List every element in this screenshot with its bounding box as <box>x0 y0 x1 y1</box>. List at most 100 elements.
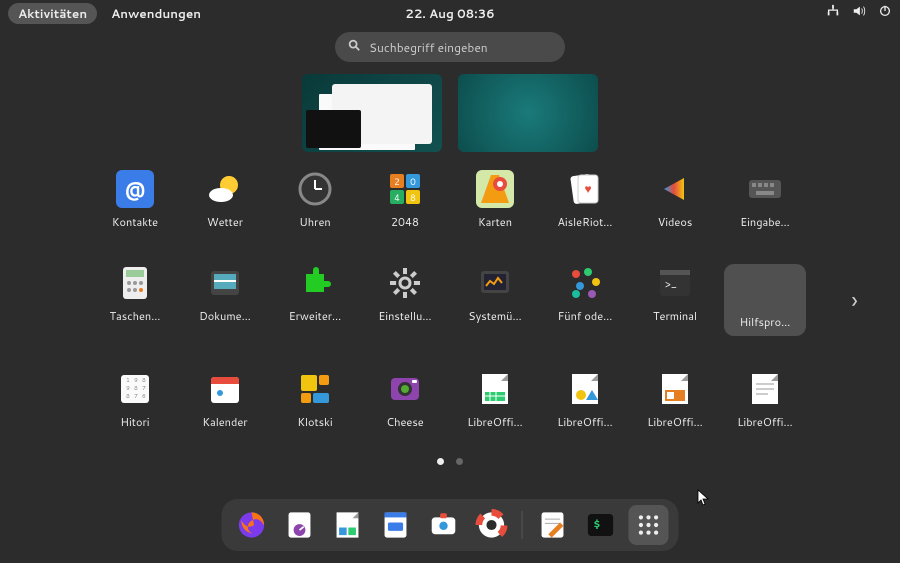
cards-icon: ♥ <box>566 170 604 208</box>
app-label: Wetter <box>207 214 243 230</box>
2048-icon: 2048 <box>386 170 424 208</box>
dock-help[interactable] <box>472 505 512 545</box>
dock: $ <box>222 499 679 551</box>
next-page-button[interactable]: › <box>851 283 858 317</box>
hitori-icon: 198987876 <box>116 370 154 408</box>
app-monitor[interactable]: Systemü… <box>454 264 536 336</box>
app-extensions[interactable]: Erweiter… <box>274 264 356 336</box>
search-input[interactable]: Suchbegriff eingeben <box>335 32 565 62</box>
maps-icon <box>476 170 514 208</box>
weather-icon <box>206 170 244 208</box>
clocks-icon <box>296 170 334 208</box>
app-label: LibreOffi… <box>467 414 522 430</box>
app-label: Systemü… <box>468 308 521 324</box>
app-keyboard[interactable]: Eingabe… <box>724 170 806 230</box>
app-weather[interactable]: Wetter <box>184 170 266 230</box>
page-dot-1[interactable] <box>437 458 444 465</box>
svg-text:@: @ <box>125 175 146 203</box>
app-folder[interactable]: Hilfspro… <box>724 264 806 336</box>
workspace-switcher <box>0 74 900 152</box>
app-label: Cheese <box>386 414 423 430</box>
dots-icon <box>566 264 604 302</box>
folder-icon <box>746 270 784 308</box>
dock-software[interactable] <box>424 505 464 545</box>
app-label: LibreOffi… <box>647 414 702 430</box>
svg-text:8: 8 <box>126 391 130 400</box>
app-label: Taschen… <box>110 308 161 324</box>
volume-icon[interactable] <box>852 4 866 22</box>
app-klotski[interactable]: Klotski <box>274 370 356 430</box>
lo-calc-icon <box>476 370 514 408</box>
app-scanner[interactable]: Dokume… <box>184 264 266 336</box>
dock-show-apps[interactable] <box>629 505 669 545</box>
dock-files[interactable] <box>376 505 416 545</box>
cheese-icon <box>386 370 424 408</box>
page-indicator <box>0 458 900 465</box>
app-videos[interactable]: Videos <box>634 170 716 230</box>
contacts-icon: @ <box>116 170 154 208</box>
calculator-icon <box>116 264 154 302</box>
mouse-cursor <box>697 489 711 507</box>
app-label: Hilfspro… <box>740 314 791 330</box>
app-lo-calc[interactable]: LibreOffi… <box>454 370 536 430</box>
app-terminal[interactable]: >_ Terminal <box>634 264 716 336</box>
app-lo-impress[interactable]: LibreOffi… <box>634 370 716 430</box>
lo-draw-icon <box>566 370 604 408</box>
dock-firefox[interactable] <box>232 505 272 545</box>
dock-text-editor[interactable] <box>533 505 573 545</box>
videos-icon <box>656 170 694 208</box>
app-label: Fünf ode… <box>558 308 613 324</box>
app-cheese[interactable]: Cheese <box>364 370 446 430</box>
activities-button[interactable]: Aktivitäten <box>8 3 97 24</box>
monitor-icon <box>476 264 514 302</box>
app-label: LibreOffi… <box>557 414 612 430</box>
app-maps[interactable]: Karten <box>454 170 536 230</box>
search-placeholder: Suchbegriff eingeben <box>369 39 488 56</box>
svg-text:♥: ♥ <box>584 180 591 197</box>
klotski-icon <box>296 370 334 408</box>
app-2048[interactable]: 2048 2048 <box>364 170 446 230</box>
lo-writer-icon <box>746 370 784 408</box>
svg-text:2: 2 <box>394 175 400 188</box>
applications-button[interactable]: Anwendungen <box>111 5 201 22</box>
app-clocks[interactable]: Uhren <box>274 170 356 230</box>
dock-system-monitor[interactable] <box>280 505 320 545</box>
app-lo-writer[interactable]: LibreOffi… <box>724 370 806 430</box>
app-calendar[interactable]: Kalender <box>184 370 266 430</box>
app-label: 2048 <box>391 214 419 230</box>
settings-icon <box>386 264 424 302</box>
clock[interactable]: 22. Aug 08:36 <box>405 5 494 22</box>
app-calculator[interactable]: Taschen… <box>94 264 176 336</box>
workspace-2[interactable] <box>458 74 598 152</box>
calendar-icon <box>206 370 244 408</box>
extensions-icon <box>296 264 334 302</box>
app-contacts[interactable]: @Kontakte <box>94 170 176 230</box>
top-bar: Aktivitäten Anwendungen 22. Aug 08:36 <box>0 0 900 26</box>
app-label: Hitori <box>120 414 149 430</box>
workspace-1[interactable] <box>302 74 442 152</box>
app-grid: @Kontakte Wetter Uhren 2048 2048 Karten ♥Aisle… <box>90 170 810 430</box>
svg-text:$: $ <box>593 515 601 532</box>
app-label: Einstellu… <box>378 308 431 324</box>
page-dot-2[interactable] <box>456 458 463 465</box>
app-label: Terminal <box>653 308 697 324</box>
network-icon[interactable] <box>826 4 840 22</box>
app-label: Videos <box>658 214 693 230</box>
app-hitori[interactable]: 198987876 Hitori <box>94 370 176 430</box>
app-lo-draw[interactable]: LibreOffi… <box>544 370 626 430</box>
svg-text:6: 6 <box>142 391 146 400</box>
app-label: Karten <box>478 214 512 230</box>
power-icon[interactable] <box>878 4 892 22</box>
app-dots[interactable]: Fünf ode… <box>544 264 626 336</box>
search-icon <box>347 38 361 56</box>
app-label: Klotski <box>297 414 332 430</box>
app-settings[interactable]: Einstellu… <box>364 264 446 336</box>
dock-libreoffice[interactable] <box>328 505 368 545</box>
keyboard-icon <box>746 170 784 208</box>
terminal-icon: >_ <box>656 264 694 302</box>
dock-terminal-green[interactable]: $ <box>581 505 621 545</box>
app-cards[interactable]: ♥AisleRiot… <box>544 170 626 230</box>
lo-impress-icon <box>656 370 694 408</box>
scanner-icon <box>206 264 244 302</box>
app-label: Dokume… <box>199 308 251 324</box>
